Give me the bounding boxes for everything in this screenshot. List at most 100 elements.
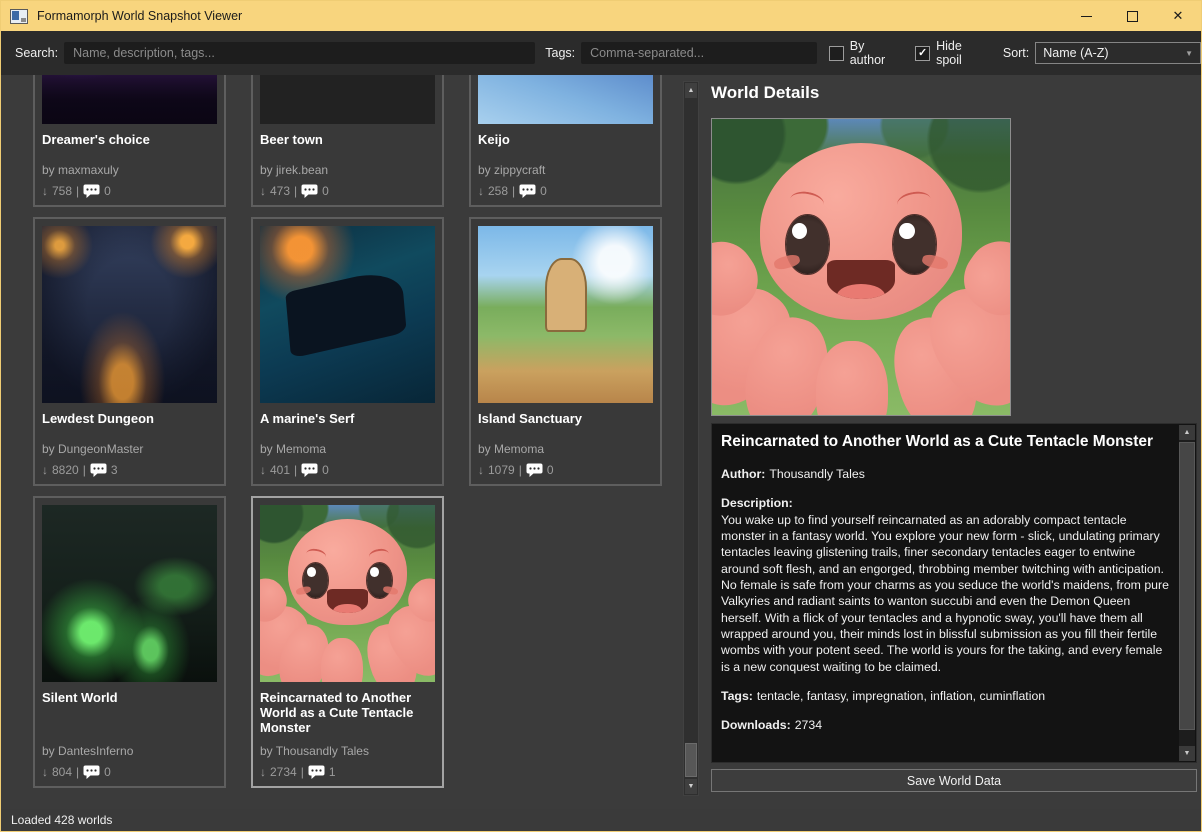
comment-count: 0 [104, 184, 111, 198]
toolbar: Search: Tags: ✓ By author ✓ Hide spoil S… [1, 31, 1201, 75]
grid-scrollbar[interactable]: ▲ ▼ [683, 81, 699, 796]
titlebar[interactable]: Formamorph World Snapshot Viewer ✕ [1, 1, 1201, 31]
app-icon [10, 9, 28, 24]
world-card-author: by Thousandly Tales [260, 744, 435, 758]
world-card-meta: by Memoma ↓ 1079 | 0 [478, 433, 653, 477]
minimize-icon [1081, 16, 1092, 17]
details-scrollbar[interactable]: ▲ ▼ [1179, 425, 1195, 761]
world-card-author: by zippycraft [478, 163, 653, 177]
world-card-title: Beer town [260, 132, 435, 147]
app-window: Formamorph World Snapshot Viewer ✕ Searc… [0, 0, 1202, 832]
by-author-group[interactable]: ✓ By author [829, 39, 903, 67]
card-row: Lewdest Dungeon by DungeonMaster ↓ 8820 … [33, 217, 665, 486]
world-card-title: Island Sanctuary [478, 411, 653, 426]
comments-icon [526, 463, 543, 477]
sort-label: Sort: [1003, 46, 1029, 60]
download-icon: ↓ [42, 463, 48, 477]
chevron-down-icon: ▼ [1185, 49, 1193, 58]
world-card[interactable]: Reincarnated to Another World as a Cute … [251, 496, 444, 788]
world-card[interactable]: Silent World by DantesInferno ↓ 804 | 0 [33, 496, 226, 788]
search-input[interactable] [64, 42, 535, 64]
comment-count: 0 [540, 184, 547, 198]
tags-input[interactable] [581, 42, 817, 64]
download-icon: ↓ [260, 463, 266, 477]
download-icon: ↓ [260, 184, 266, 198]
download-count: 473 [270, 184, 290, 198]
world-preview-image [711, 118, 1011, 416]
close-button[interactable]: ✕ [1155, 1, 1201, 31]
world-card[interactable]: Lewdest Dungeon by DungeonMaster ↓ 8820 … [33, 217, 226, 486]
detail-downloads-row: Downloads:2734 [721, 717, 1173, 733]
comments-icon [301, 184, 318, 198]
world-card-author: by maxmaxuly [42, 163, 217, 177]
world-card-stats: ↓ 758 | 0 [42, 184, 217, 198]
world-card[interactable]: Keijo by zippycraft ↓ 258 | 0 [469, 75, 662, 207]
world-card[interactable]: Beer town by jirek.bean ↓ 473 | 0 [251, 75, 444, 207]
world-card-meta: by zippycraft ↓ 258 | 0 [478, 154, 653, 198]
card-row: Dreamer's choice by maxmaxuly ↓ 758 | 0 … [33, 75, 665, 207]
stats-separator: | [294, 463, 297, 477]
comments-icon [301, 463, 318, 477]
description-label: Description: [721, 496, 793, 510]
save-world-data-button[interactable]: Save World Data [711, 769, 1197, 792]
world-card-stats: ↓ 401 | 0 [260, 463, 435, 477]
stats-separator: | [294, 184, 297, 198]
comments-icon [308, 765, 325, 779]
world-card-stats: ↓ 1079 | 0 [478, 463, 653, 477]
status-text: Loaded 428 worlds [11, 813, 112, 827]
world-details-text: Reincarnated to Another World as a Cute … [712, 424, 1179, 762]
download-count: 804 [52, 765, 72, 779]
details-scrollbar-thumb[interactable] [1179, 442, 1195, 730]
comments-icon [83, 765, 100, 779]
world-card[interactable]: A marine's Serf by Memoma ↓ 401 | 0 [251, 217, 444, 486]
world-card-title: Lewdest Dungeon [42, 411, 217, 426]
world-card-meta: by Thousandly Tales ↓ 2734 | 1 [260, 735, 435, 779]
world-card-meta: by maxmaxuly ↓ 758 | 0 [42, 154, 217, 198]
world-card[interactable]: Dreamer's choice by maxmaxuly ↓ 758 | 0 [33, 75, 226, 207]
scroll-down-button[interactable]: ▼ [685, 779, 697, 794]
download-icon: ↓ [42, 765, 48, 779]
world-card-author: by Memoma [260, 442, 435, 456]
tags-label: Tags: [545, 46, 575, 60]
stats-separator: | [301, 765, 304, 779]
scroll-down-button[interactable]: ▼ [1179, 746, 1195, 761]
download-icon: ↓ [478, 184, 484, 198]
download-count: 8820 [52, 463, 79, 477]
comment-count: 0 [547, 463, 554, 477]
minimize-button[interactable] [1063, 1, 1109, 31]
by-author-checkbox[interactable]: ✓ [829, 46, 844, 61]
world-card-meta: by Memoma ↓ 401 | 0 [260, 433, 435, 477]
world-card-title: Reincarnated to Another World as a Cute … [260, 690, 435, 735]
scroll-up-button[interactable]: ▲ [1179, 425, 1195, 440]
sort-dropdown[interactable]: Name (A-Z) ▼ [1035, 42, 1201, 64]
detail-world-title: Reincarnated to Another World as a Cute … [721, 432, 1173, 453]
world-card[interactable]: Island Sanctuary by Memoma ↓ 1079 | 0 [469, 217, 662, 486]
download-icon: ↓ [260, 765, 266, 779]
sort-value: Name (A-Z) [1043, 46, 1108, 60]
hide-spoil-group[interactable]: ✓ Hide spoil [915, 39, 991, 67]
world-thumbnail [260, 75, 435, 124]
maximize-button[interactable] [1109, 1, 1155, 31]
world-card-stats: ↓ 804 | 0 [42, 765, 217, 779]
world-card-author: by DantesInferno [42, 744, 217, 758]
window-controls: ✕ [1063, 1, 1201, 31]
description-value: You wake up to find yourself reincarnate… [721, 513, 1169, 674]
world-card-author: by jirek.bean [260, 163, 435, 177]
main-area: Dreamer's choice by maxmaxuly ↓ 758 | 0 … [1, 75, 1201, 809]
octopus-artwork [260, 505, 435, 682]
download-icon: ↓ [478, 463, 484, 477]
hide-spoil-checkbox[interactable]: ✓ [915, 46, 930, 61]
status-bar: Loaded 428 worlds [1, 809, 1201, 831]
download-count: 401 [270, 463, 290, 477]
world-thumbnail [42, 226, 217, 403]
world-card-title: A marine's Serf [260, 411, 435, 426]
world-thumbnail [42, 505, 217, 682]
download-count: 2734 [270, 765, 297, 779]
grid-scrollbar-thumb[interactable] [685, 743, 697, 777]
stats-separator: | [76, 184, 79, 198]
world-thumbnail [478, 75, 653, 124]
world-thumbnail [260, 505, 435, 682]
octopus-artwork [712, 119, 1010, 415]
scroll-up-button[interactable]: ▲ [685, 83, 697, 98]
world-card-title: Dreamer's choice [42, 132, 217, 147]
